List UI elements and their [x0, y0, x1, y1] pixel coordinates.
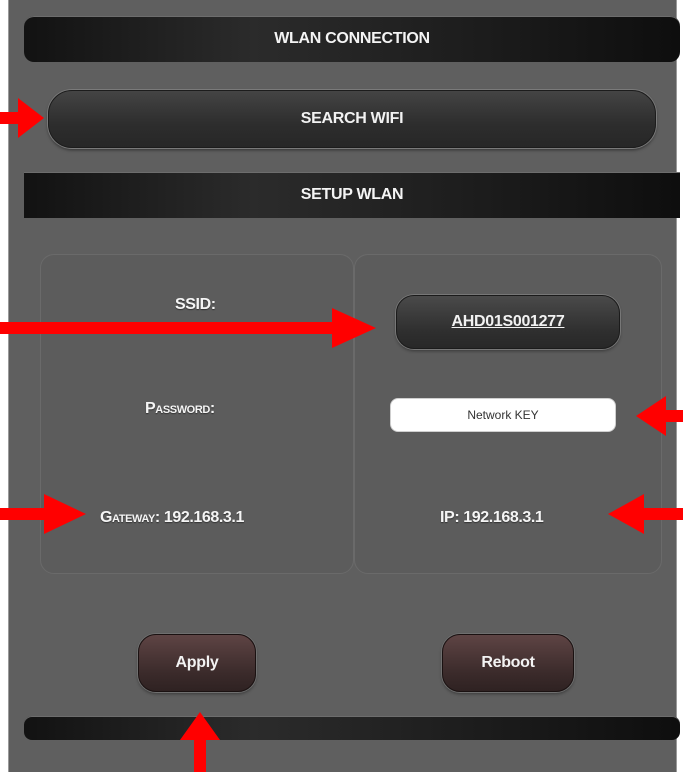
- setup-wlan-header: SETUP WLAN: [24, 172, 680, 218]
- ssid-value: AHD01S001277: [451, 313, 565, 330]
- red-arrow-icon: [0, 494, 86, 534]
- setup-wlan-title: SETUP WLAN: [300, 186, 404, 203]
- gateway-text: Gateway: 192.168.3.1: [100, 509, 244, 526]
- ip-text: IP: 192.168.3.1: [440, 509, 544, 526]
- red-arrow-icon: [0, 308, 376, 348]
- red-arrow-icon: [0, 98, 44, 138]
- apply-label: Apply: [175, 654, 219, 671]
- reboot-label: Reboot: [481, 654, 535, 671]
- red-arrow-icon: [608, 494, 683, 534]
- red-arrow-icon: [180, 712, 220, 772]
- ssid-select-button[interactable]: AHD01S001277: [396, 295, 620, 349]
- wlan-connection-header: WLAN CONNECTION: [24, 16, 680, 62]
- search-wifi-label: SEARCH WIFI: [300, 110, 404, 127]
- wlan-connection-title: WLAN CONNECTION: [274, 30, 430, 47]
- apply-button[interactable]: Apply: [138, 634, 256, 692]
- footer-bar: [24, 716, 680, 740]
- password-label: Password:: [145, 400, 215, 417]
- red-arrow-icon: [636, 396, 683, 436]
- reboot-button[interactable]: Reboot: [442, 634, 574, 692]
- search-wifi-button[interactable]: SEARCH WIFI: [48, 90, 656, 148]
- network-key-input[interactable]: [390, 398, 616, 432]
